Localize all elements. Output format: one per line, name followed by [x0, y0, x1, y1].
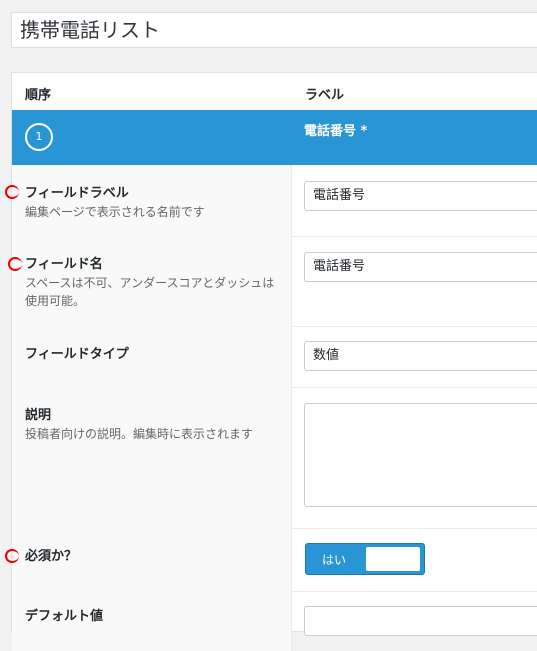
default-value-title: デフォルト値: [25, 609, 104, 624]
annotation-mark: [5, 549, 19, 563]
field-label-title: フィールドラベル: [25, 186, 129, 201]
toggle-on-label: はい: [322, 553, 347, 567]
setting-row-field-label: フィールドラベル 編集ページで表示される名前です 電話番号: [12, 165, 537, 237]
field-name-title: フィールド名: [25, 257, 103, 272]
field-row-selected[interactable]: 1 電話番号 *: [12, 110, 537, 165]
instructions-description: 投稿者向けの説明。編集時に表示されます: [25, 427, 254, 441]
fields-table-header: 順序 ラベル: [12, 73, 537, 111]
field-type-title: フィールドタイプ: [25, 347, 129, 362]
field-name-description: スペースは不可、アンダースコアとダッシュは使用可能。: [25, 276, 275, 308]
setting-row-field-name: フィールド名 スペースは不可、アンダースコアとダッシュは使用可能。 電話番号: [12, 236, 537, 327]
column-order-header: 順序: [25, 88, 52, 103]
field-type-select[interactable]: 数値: [304, 341, 537, 371]
column-label-header: ラベル: [305, 88, 345, 103]
field-label-input[interactable]: 電話番号: [304, 181, 537, 211]
field-title[interactable]: 電話番号 *: [304, 120, 367, 139]
setting-row-required: 必須か？ はい: [12, 528, 537, 592]
field-order-badge[interactable]: 1: [25, 123, 53, 151]
field-label-description: 編集ページで表示される名前です: [25, 205, 205, 219]
instructions-textarea[interactable]: [304, 403, 537, 507]
field-name-input[interactable]: 電話番号: [304, 252, 537, 282]
annotation-mark: [5, 185, 19, 199]
post-title-field[interactable]: 携帯電話リスト: [11, 12, 537, 48]
default-value-input[interactable]: [304, 606, 537, 636]
required-title: 必須か？: [25, 549, 78, 564]
instructions-title: 説明: [25, 408, 52, 423]
setting-row-field-type: フィールドタイプ 数値: [12, 326, 537, 388]
annotation-mark: [8, 257, 22, 271]
required-toggle[interactable]: はい: [305, 543, 425, 575]
toggle-knob[interactable]: [366, 547, 420, 571]
setting-row-default-value: デフォルト値: [12, 591, 537, 651]
setting-row-instructions: 説明 投稿者向けの説明。編集時に表示されます: [12, 387, 537, 529]
field-group-panel: 順序 ラベル 1 電話番号 * フィールドラベル 編集ページで表示される名前です…: [11, 72, 537, 651]
post-title-input[interactable]: 携帯電話リスト: [20, 17, 160, 43]
